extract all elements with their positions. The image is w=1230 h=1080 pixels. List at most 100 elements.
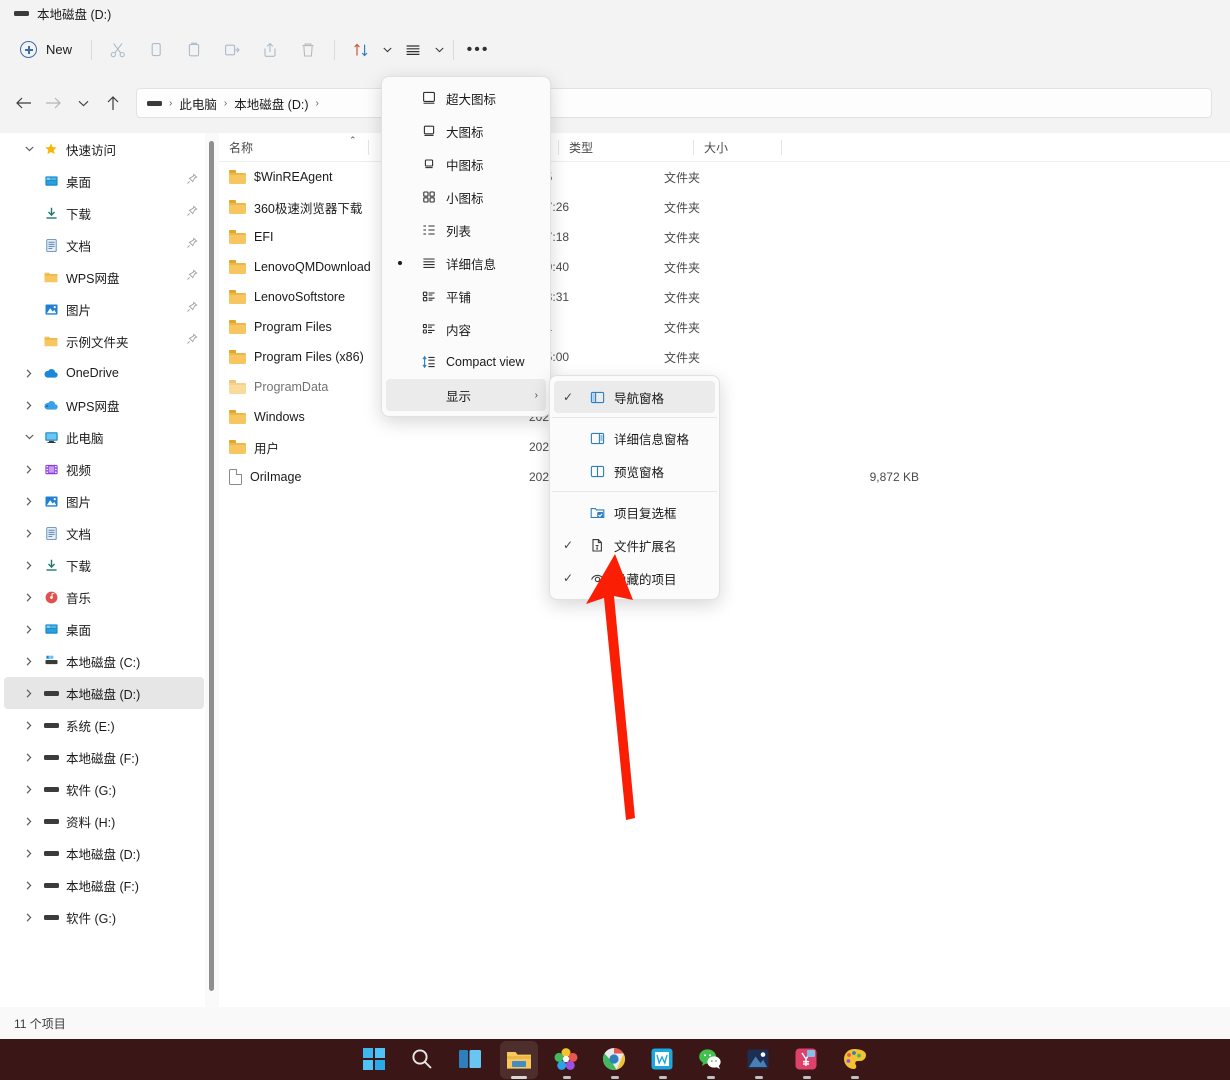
sidebar-item-13[interactable]: 下载 bbox=[4, 549, 204, 581]
view-group[interactable] bbox=[394, 34, 446, 66]
sidebar-item-6[interactable]: 示例文件夹 bbox=[4, 325, 204, 357]
recent-locations-button[interactable] bbox=[68, 88, 98, 118]
view-menu-item-3[interactable]: 小图标 bbox=[386, 181, 546, 213]
table-row[interactable]: 360极速浏览器下载3 17:26文件夹 bbox=[219, 192, 1230, 222]
taskbar-item-chrome[interactable] bbox=[602, 1047, 628, 1073]
expand-chevron-icon[interactable] bbox=[18, 369, 40, 378]
view-button[interactable] bbox=[394, 34, 432, 66]
table-row[interactable]: Windows2021/4/1 bbox=[219, 402, 1230, 432]
expand-chevron-icon[interactable] bbox=[18, 625, 40, 634]
view-menu-item-7[interactable]: 内容 bbox=[386, 313, 546, 345]
column-header-size[interactable]: 大小 bbox=[694, 133, 782, 162]
sidebar-item-8[interactable]: WPS网盘 bbox=[4, 389, 204, 421]
expand-chevron-icon[interactable] bbox=[18, 401, 40, 410]
table-row[interactable]: Program Files (x86)6 15:00文件夹 bbox=[219, 342, 1230, 372]
sidebar-item-7[interactable]: OneDrive bbox=[4, 357, 204, 389]
copy-button[interactable] bbox=[137, 34, 175, 66]
sidebar-item-24[interactable]: 软件 (G:) bbox=[4, 901, 204, 933]
sidebar-item-10[interactable]: 视频 bbox=[4, 453, 204, 485]
breadcrumb-separator-2[interactable]: › bbox=[315, 98, 320, 109]
expand-chevron-icon[interactable] bbox=[18, 561, 40, 570]
forward-button[interactable] bbox=[38, 88, 68, 118]
expand-chevron-icon[interactable] bbox=[18, 849, 40, 858]
view-menu-item-0[interactable]: 超大图标 bbox=[386, 82, 546, 114]
sidebar-item-1[interactable]: 桌面 bbox=[4, 165, 204, 197]
show-submenu-item-4[interactable]: ✓文件扩展名 bbox=[554, 529, 715, 561]
show-submenu-item-1[interactable]: 详细信息窗格 bbox=[554, 422, 715, 454]
back-button[interactable] bbox=[8, 88, 38, 118]
expand-chevron-icon[interactable] bbox=[18, 434, 40, 440]
view-menu-item-1[interactable]: 大图标 bbox=[386, 115, 546, 147]
pin-icon[interactable] bbox=[186, 268, 198, 286]
view-menu-item-5[interactable]: 详细信息 bbox=[386, 247, 546, 279]
view-menu-item-9[interactable]: 显示› bbox=[386, 379, 546, 411]
show-submenu-item-0[interactable]: ✓导航窗格 bbox=[554, 381, 715, 413]
expand-chevron-icon[interactable] bbox=[18, 721, 40, 730]
expand-chevron-icon[interactable] bbox=[18, 881, 40, 890]
sidebar-scrollbar[interactable] bbox=[205, 133, 219, 1007]
taskbar-item-wechat[interactable] bbox=[698, 1047, 724, 1073]
cut-button[interactable] bbox=[99, 34, 137, 66]
table-row[interactable]: OriImage2021/6/29,872 KB bbox=[219, 462, 1230, 492]
view-menu-item-8[interactable]: Compact view bbox=[386, 346, 546, 378]
sort-group[interactable] bbox=[342, 34, 394, 66]
pin-icon[interactable] bbox=[186, 204, 198, 222]
pin-icon[interactable] bbox=[186, 236, 198, 254]
taskbar-item-photos[interactable] bbox=[746, 1047, 772, 1073]
sidebar-item-15[interactable]: 桌面 bbox=[4, 613, 204, 645]
sidebar-item-17[interactable]: 本地磁盘 (D:) bbox=[4, 677, 204, 709]
expand-chevron-icon[interactable] bbox=[18, 146, 40, 152]
breadcrumb-item-1[interactable]: 本地磁盘 (D:) bbox=[234, 94, 308, 113]
taskbar-item-file-explorer[interactable] bbox=[506, 1047, 532, 1073]
breadcrumb[interactable]: › 此电脑 › 本地磁盘 (D:) › bbox=[136, 88, 1212, 118]
show-submenu-item-5[interactable]: ✓隐藏的项目 bbox=[554, 562, 715, 594]
sidebar-scrollbar-thumb[interactable] bbox=[209, 141, 214, 991]
column-header-type[interactable]: 类型 bbox=[559, 133, 694, 162]
sidebar-item-4[interactable]: WPS网盘 bbox=[4, 261, 204, 293]
expand-chevron-icon[interactable] bbox=[18, 913, 40, 922]
breadcrumb-item-0[interactable]: 此电脑 bbox=[179, 94, 217, 113]
view-menu-item-2[interactable]: 中图标 bbox=[386, 148, 546, 180]
new-button[interactable]: New bbox=[14, 35, 84, 65]
expand-chevron-icon[interactable] bbox=[18, 785, 40, 794]
rename-button[interactable] bbox=[213, 34, 251, 66]
expand-chevron-icon[interactable] bbox=[18, 497, 40, 506]
taskbar-item-task-view[interactable] bbox=[458, 1047, 484, 1073]
sidebar-item-12[interactable]: 文档 bbox=[4, 517, 204, 549]
taskbar-item-paint[interactable] bbox=[842, 1047, 868, 1073]
sidebar-item-21[interactable]: 资料 (H:) bbox=[4, 805, 204, 837]
sort-button[interactable] bbox=[342, 34, 380, 66]
expand-chevron-icon[interactable] bbox=[18, 657, 40, 666]
expand-chevron-icon[interactable] bbox=[18, 465, 40, 474]
sidebar-item-5[interactable]: 图片 bbox=[4, 293, 204, 325]
view-chevron-down-icon[interactable] bbox=[432, 34, 446, 66]
sidebar-item-16[interactable]: 本地磁盘 (C:) bbox=[4, 645, 204, 677]
view-menu-item-4[interactable]: 列表 bbox=[386, 214, 546, 246]
delete-button[interactable] bbox=[289, 34, 327, 66]
sidebar-item-3[interactable]: 文档 bbox=[4, 229, 204, 261]
table-row[interactable]: $WinREAgent2:15文件夹 bbox=[219, 162, 1230, 192]
sidebar-item-11[interactable]: 图片 bbox=[4, 485, 204, 517]
view-menu-item-6[interactable]: 平铺 bbox=[386, 280, 546, 312]
pin-icon[interactable] bbox=[186, 172, 198, 190]
sort-chevron-down-icon[interactable] bbox=[380, 34, 394, 66]
table-row[interactable]: Program Files2:41文件夹 bbox=[219, 312, 1230, 342]
sidebar-item-19[interactable]: 本地磁盘 (F:) bbox=[4, 741, 204, 773]
sidebar-item-23[interactable]: 本地磁盘 (F:) bbox=[4, 869, 204, 901]
sidebar-item-22[interactable]: 本地磁盘 (D:) bbox=[4, 837, 204, 869]
show-submenu-item-3[interactable]: 项目复选框 bbox=[554, 496, 715, 528]
pin-icon[interactable] bbox=[186, 332, 198, 350]
share-button[interactable] bbox=[251, 34, 289, 66]
sidebar-item-14[interactable]: 音乐 bbox=[4, 581, 204, 613]
sidebar-item-18[interactable]: 系统 (E:) bbox=[4, 709, 204, 741]
table-row[interactable]: ProgramData bbox=[219, 372, 1230, 402]
expand-chevron-icon[interactable] bbox=[18, 817, 40, 826]
taskbar-item-alipay[interactable] bbox=[794, 1047, 820, 1073]
taskbar-item-photos-app[interactable] bbox=[554, 1047, 580, 1073]
expand-chevron-icon[interactable] bbox=[18, 753, 40, 762]
table-row[interactable]: LenovoQMDownload6 19:40文件夹 bbox=[219, 252, 1230, 282]
sidebar-item-2[interactable]: 下载 bbox=[4, 197, 204, 229]
more-options-button[interactable]: ••• bbox=[461, 34, 495, 66]
pin-icon[interactable] bbox=[186, 300, 198, 318]
taskbar-item-search[interactable] bbox=[410, 1047, 436, 1073]
